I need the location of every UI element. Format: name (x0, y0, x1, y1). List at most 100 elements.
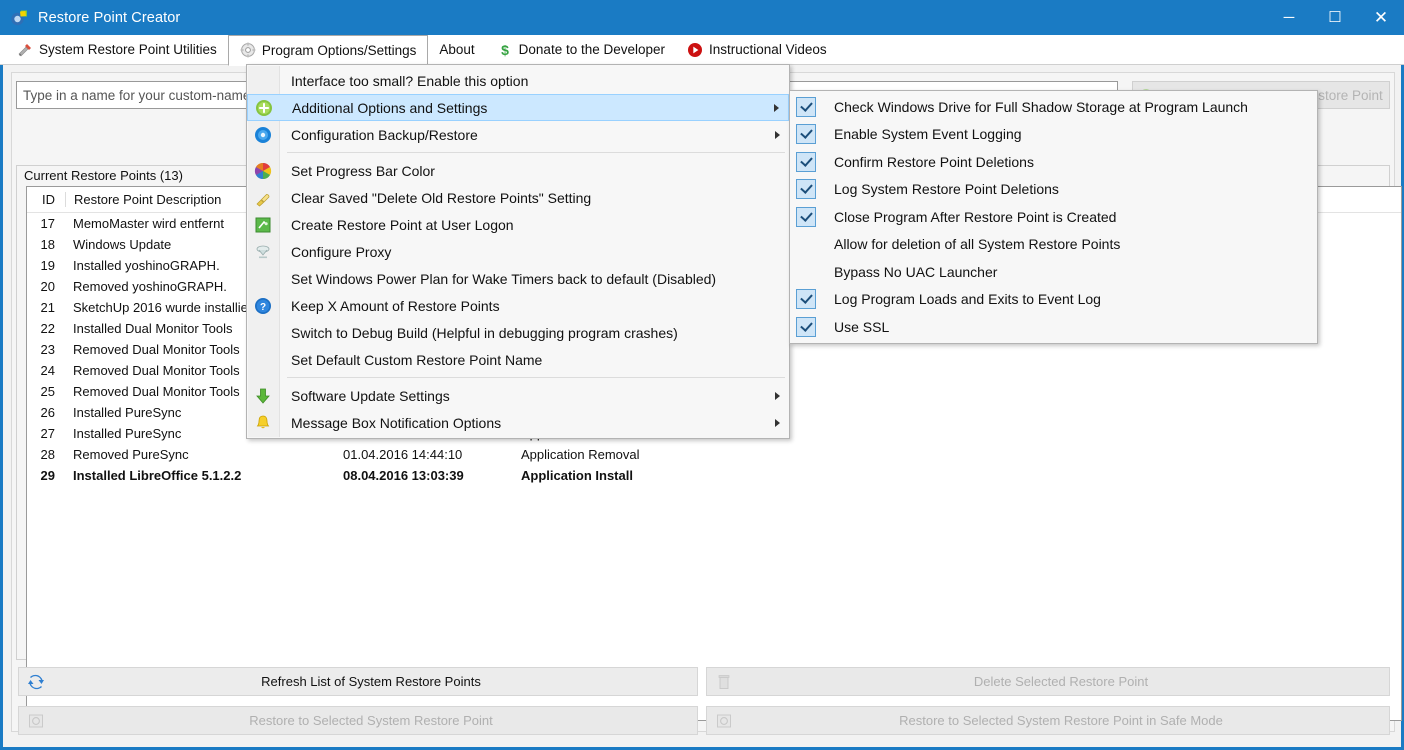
menu-separator (287, 377, 785, 378)
submenu-item-label: Log Program Loads and Exits to Event Log (834, 291, 1101, 308)
close-button[interactable]: ✕ (1358, 0, 1404, 35)
trash-icon (715, 673, 733, 691)
cell-description: Removed PureSync (73, 447, 189, 462)
proxy-icon (254, 243, 272, 261)
cell-id: 17 (40, 216, 55, 231)
delete-selected-restore-point-button[interactable]: Delete Selected Restore Point (706, 667, 1390, 696)
blue-disc-icon (254, 126, 272, 144)
chevron-right-icon (775, 130, 780, 139)
menu-item-label: Software Update Settings (291, 387, 450, 404)
cell-type: Application Removal (521, 447, 640, 462)
submenu-item-bypass-no-uac-launcher[interactable]: Bypass No UAC Launcher (790, 258, 1317, 286)
submenu-item-label: Check Windows Drive for Full Shadow Stor… (834, 98, 1248, 115)
menu-item-configuration-backup-restore[interactable]: Configuration Backup/Restore (247, 121, 789, 148)
menu-item-message-box-notification-options[interactable]: Message Box Notification Options (247, 409, 789, 436)
maximize-button[interactable]: ☐ (1312, 0, 1358, 35)
restore-icon (27, 712, 45, 730)
cell-id: 23 (40, 342, 55, 357)
gear-icon (240, 42, 256, 58)
cell-id: 22 (40, 321, 55, 336)
cell-description: Installed LibreOffice 5.1.2.2 (73, 468, 242, 483)
checkbox-checked-icon[interactable] (796, 179, 816, 200)
cell-id: 21 (40, 300, 55, 315)
submenu-item-label: Close Program After Restore Point is Cre… (834, 208, 1117, 225)
submenu-item-label: Log System Restore Point Deletions (834, 181, 1059, 198)
restore-points-group-label: Current Restore Points (13) (20, 168, 187, 183)
menu-item-clear-saved-delete-old-restore-points-se[interactable]: Clear Saved "Delete Old Restore Points" … (247, 184, 789, 211)
restore-to-selected-safe-mode-button[interactable]: Restore to Selected System Restore Point… (706, 706, 1390, 735)
app-restore-icon (9, 8, 29, 28)
menu-item-interface-too-small-enable-this-option[interactable]: Interface too small? Enable this option (247, 67, 789, 94)
submenu-item-check-windows-drive-for-full-shadow-stor[interactable]: Check Windows Drive for Full Shadow Stor… (790, 93, 1317, 121)
tab-label: Instructional Videos (709, 42, 827, 57)
tools-icon (17, 42, 33, 58)
menu-item-label: Keep X Amount of Restore Points (291, 297, 500, 314)
submenu-item-use-ssl[interactable]: Use SSL (790, 313, 1317, 341)
tab-about[interactable]: About (428, 35, 485, 65)
play-icon (687, 42, 703, 58)
submenu-item-log-system-restore-point-deletions[interactable]: Log System Restore Point Deletions (790, 176, 1317, 204)
menu-item-list: Interface too small? Enable this option A… (247, 67, 789, 436)
window-title: Restore Point Creator (38, 9, 181, 26)
menu-item-configure-proxy[interactable]: Configure Proxy (247, 238, 789, 265)
submenu-item-list: Check Windows Drive for Full Shadow Stor… (790, 93, 1317, 341)
table-row[interactable]: 28 Removed PureSync 01.04.2016 14:44:10 App… (27, 444, 1401, 465)
tab-program-options-settings[interactable]: Program Options/Settings (227, 34, 429, 66)
submenu-item-label: Enable System Event Logging (834, 126, 1022, 143)
submenu-item-allow-for-deletion-of-all-system-restore[interactable]: Allow for deletion of all System Restore… (790, 231, 1317, 259)
tab-label: System Restore Point Utilities (39, 42, 217, 57)
submenu-item-log-program-loads-and-exits-to-event-log[interactable]: Log Program Loads and Exits to Event Log (790, 286, 1317, 314)
program-options-dropdown-menu[interactable]: Interface too small? Enable this option A… (246, 64, 790, 439)
restore-to-selected-label: Restore to Selected System Restore Point (249, 713, 493, 728)
restore-safe-icon (715, 712, 733, 730)
menu-item-label: Clear Saved "Delete Old Restore Points" … (291, 189, 592, 206)
restore-to-selected-button[interactable]: Restore to Selected System Restore Point (18, 706, 698, 735)
main-menu-bar: System Restore Point Utilities Program O… (0, 34, 1404, 66)
submenu-item-label: Use SSL (834, 318, 890, 335)
cell-id: 25 (40, 384, 55, 399)
cell-id: 20 (40, 279, 55, 294)
cell-id: 24 (40, 363, 55, 378)
menu-item-keep-x-amount-of-restore-points[interactable]: ? Keep X Amount of Restore Points (247, 292, 789, 319)
additional-options-submenu[interactable]: Check Windows Drive for Full Shadow Stor… (789, 90, 1318, 344)
menu-item-additional-options-and-settings[interactable]: Additional Options and Settings (247, 94, 789, 121)
menu-item-set-progress-bar-color[interactable]: Set Progress Bar Color (247, 157, 789, 184)
cell-id: 19 (40, 258, 55, 273)
tab-label: About (439, 42, 475, 57)
tab-donate-to-the-developer[interactable]: $ Donate to the Developer (486, 35, 676, 65)
question-blue-icon: ? (254, 297, 272, 315)
menu-item-software-update-settings[interactable]: Software Update Settings (247, 382, 789, 409)
table-row[interactable]: 29 Installed LibreOffice 5.1.2.2 08.04.201… (27, 465, 1401, 486)
tab-label: Program Options/Settings (261, 42, 417, 58)
checkbox-checked-icon[interactable] (796, 316, 816, 337)
menu-item-set-default-custom-restore-point-name[interactable]: Set Default Custom Restore Point Name (247, 346, 789, 373)
checkbox-checked-icon[interactable] (796, 289, 816, 310)
cell-date: 01.04.2016 14:44:10 (343, 447, 463, 462)
restore-safe-mode-label: Restore to Selected System Restore Point… (899, 713, 1223, 728)
submenu-item-enable-system-event-logging[interactable]: Enable System Event Logging (790, 121, 1317, 149)
menu-item-label: Interface too small? Enable this option (291, 72, 529, 89)
window-controls: ─ ☐ ✕ (1266, 0, 1404, 35)
script-green-icon (254, 216, 272, 234)
tab-system-restore-point-utilities[interactable]: System Restore Point Utilities (6, 35, 228, 65)
tab-instructional-videos[interactable]: Instructional Videos (676, 35, 838, 65)
minimize-button[interactable]: ─ (1266, 0, 1312, 35)
submenu-item-label: Bypass No UAC Launcher (834, 263, 998, 280)
cell-id: 18 (40, 237, 55, 252)
submenu-item-close-program-after-restore-point-is-cre[interactable]: Close Program After Restore Point is Cre… (790, 203, 1317, 231)
column-header-id[interactable]: ID (27, 192, 65, 207)
checkbox-checked-icon[interactable] (796, 151, 816, 172)
svg-text:$: $ (501, 42, 509, 58)
submenu-item-confirm-restore-point-deletions[interactable]: Confirm Restore Point Deletions (790, 148, 1317, 176)
menu-item-switch-to-debug-build-helpful-in-debuggi[interactable]: Switch to Debug Build (Helpful in debugg… (247, 319, 789, 346)
checkbox-checked-icon[interactable] (796, 206, 816, 227)
submenu-item-label: Allow for deletion of all System Restore… (834, 236, 1121, 253)
menu-item-set-windows-power-plan-for-wake-timers-b[interactable]: Set Windows Power Plan for Wake Timers b… (247, 265, 789, 292)
bell-yellow-icon (254, 414, 272, 432)
cell-date: 08.04.2016 13:03:39 (343, 468, 464, 483)
menu-item-create-restore-point-at-user-logon[interactable]: Create Restore Point at User Logon (247, 211, 789, 238)
refresh-list-button[interactable]: Refresh List of System Restore Points (18, 667, 698, 696)
checkbox-checked-icon[interactable] (796, 124, 816, 145)
chevron-right-icon (774, 103, 779, 112)
checkbox-checked-icon[interactable] (796, 96, 816, 117)
